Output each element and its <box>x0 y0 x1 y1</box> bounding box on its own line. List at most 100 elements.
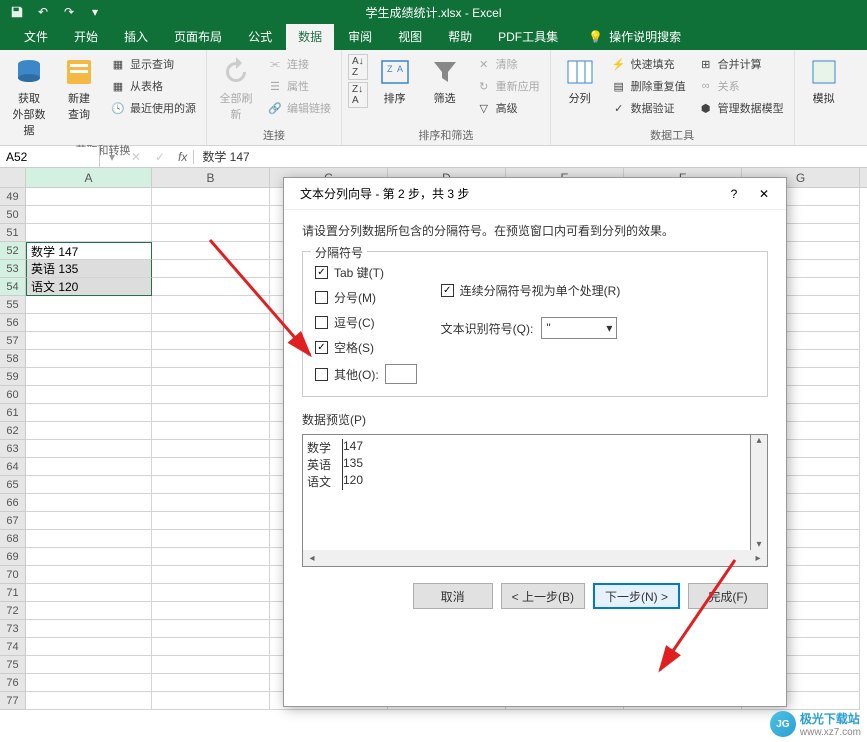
cell[interactable] <box>152 188 270 206</box>
sort-button[interactable]: ZA 排序 <box>372 54 418 108</box>
cell[interactable]: 英语 135 <box>26 260 152 278</box>
cell[interactable] <box>26 314 152 332</box>
tab-pdf[interactable]: PDF工具集 <box>486 23 570 50</box>
row-header[interactable]: 54 <box>0 278 26 296</box>
edit-links-button[interactable]: 🔗编辑链接 <box>263 98 335 118</box>
row-header[interactable]: 63 <box>0 440 26 458</box>
cell[interactable] <box>26 584 152 602</box>
checkbox-other[interactable]: 其他(O): <box>315 364 417 384</box>
cell[interactable] <box>152 224 270 242</box>
tab-data[interactable]: 数据 <box>286 23 334 50</box>
scroll-up-icon[interactable]: ▴ <box>752 435 766 446</box>
cell[interactable] <box>26 674 152 692</box>
row-header[interactable]: 51 <box>0 224 26 242</box>
finish-button[interactable]: 完成(F) <box>688 583 768 609</box>
cell[interactable] <box>152 422 270 440</box>
row-header[interactable]: 69 <box>0 548 26 566</box>
cell[interactable] <box>152 458 270 476</box>
scroll-left-icon[interactable]: ◂ <box>305 553 319 564</box>
from-table-button[interactable]: ▦从表格 <box>106 76 200 96</box>
col-header-A[interactable]: A <box>26 168 152 187</box>
cell[interactable] <box>26 476 152 494</box>
row-header[interactable]: 65 <box>0 476 26 494</box>
flash-fill-button[interactable]: ⚡快速填充 <box>607 54 690 74</box>
cell[interactable] <box>26 440 152 458</box>
cell[interactable] <box>26 692 152 710</box>
cancel-edit-icon[interactable]: ✕ <box>124 150 148 164</box>
other-delimiter-input[interactable] <box>385 364 417 384</box>
recent-sources-button[interactable]: 🕓最近使用的源 <box>106 98 200 118</box>
show-queries-button[interactable]: ▦显示查询 <box>106 54 200 74</box>
cell[interactable] <box>152 260 270 278</box>
scroll-right-icon[interactable]: ▸ <box>751 553 765 564</box>
get-external-data-button[interactable]: 获取外部数据 <box>6 54 52 140</box>
cell[interactable] <box>152 350 270 368</box>
name-box-dropdown-icon[interactable]: ▾ <box>100 150 124 164</box>
new-query-button[interactable]: 新建查询 <box>56 54 102 124</box>
row-header[interactable]: 61 <box>0 404 26 422</box>
whatif-button[interactable]: 模拟 <box>801 54 847 108</box>
cell[interactable] <box>26 332 152 350</box>
row-header[interactable]: 71 <box>0 584 26 602</box>
relationships-button[interactable]: ∞关系 <box>694 76 788 96</box>
cell[interactable] <box>152 386 270 404</box>
row-header[interactable]: 75 <box>0 656 26 674</box>
cell[interactable] <box>26 296 152 314</box>
row-header[interactable]: 55 <box>0 296 26 314</box>
reapply-button[interactable]: ↻重新应用 <box>472 76 544 96</box>
clear-filter-button[interactable]: ✕清除 <box>472 54 544 74</box>
cell[interactable] <box>152 602 270 620</box>
cell[interactable] <box>26 458 152 476</box>
tab-formulas[interactable]: 公式 <box>236 23 284 50</box>
tab-view[interactable]: 视图 <box>386 23 434 50</box>
row-header[interactable]: 66 <box>0 494 26 512</box>
cell[interactable] <box>26 206 152 224</box>
cell[interactable] <box>26 512 152 530</box>
tab-file[interactable]: 文件 <box>12 23 60 50</box>
cell[interactable] <box>152 584 270 602</box>
row-header[interactable]: 76 <box>0 674 26 692</box>
row-header[interactable]: 62 <box>0 422 26 440</box>
cell[interactable] <box>26 350 152 368</box>
row-header[interactable]: 72 <box>0 602 26 620</box>
undo-icon[interactable]: ↶ <box>32 1 54 23</box>
filter-button[interactable]: 筛选 <box>422 54 468 108</box>
row-header[interactable]: 52 <box>0 242 26 260</box>
cell[interactable] <box>152 530 270 548</box>
connections-button[interactable]: ⫘连接 <box>263 54 335 74</box>
cell[interactable] <box>152 296 270 314</box>
cell[interactable] <box>26 494 152 512</box>
cell[interactable] <box>26 404 152 422</box>
cell[interactable] <box>26 422 152 440</box>
cell[interactable] <box>152 476 270 494</box>
cell[interactable] <box>26 368 152 386</box>
cell[interactable] <box>26 566 152 584</box>
cell[interactable] <box>152 368 270 386</box>
cell[interactable]: 语文 120 <box>26 278 152 296</box>
data-model-button[interactable]: ⬢管理数据模型 <box>694 98 788 118</box>
row-header[interactable]: 67 <box>0 512 26 530</box>
row-header[interactable]: 53 <box>0 260 26 278</box>
cell[interactable] <box>26 224 152 242</box>
cell[interactable] <box>152 404 270 422</box>
cell[interactable] <box>26 548 152 566</box>
name-box[interactable]: A52 <box>0 147 100 167</box>
preview-hscroll[interactable]: ◂ ▸ <box>302 550 768 567</box>
confirm-edit-icon[interactable]: ✓ <box>148 150 172 164</box>
refresh-all-button[interactable]: 全部刷新 <box>213 54 259 124</box>
checkbox-semicolon[interactable]: 分号(M) <box>315 289 417 306</box>
data-validation-button[interactable]: ✓数据验证 <box>607 98 690 118</box>
cell[interactable] <box>152 278 270 296</box>
back-button[interactable]: < 上一步(B) <box>501 583 585 609</box>
tab-review[interactable]: 审阅 <box>336 23 384 50</box>
row-header[interactable]: 60 <box>0 386 26 404</box>
sort-asc-button[interactable]: A↓Z <box>348 54 368 80</box>
cell[interactable] <box>26 188 152 206</box>
tell-me-search[interactable]: 💡 操作说明搜索 <box>580 23 689 50</box>
dialog-close-icon[interactable]: ✕ <box>750 182 778 206</box>
dialog-titlebar[interactable]: 文本分列向导 - 第 2 步，共 3 步 ? ✕ <box>284 178 786 210</box>
row-header[interactable]: 77 <box>0 692 26 710</box>
cell[interactable] <box>152 638 270 656</box>
tab-layout[interactable]: 页面布局 <box>162 23 234 50</box>
cell[interactable] <box>152 206 270 224</box>
